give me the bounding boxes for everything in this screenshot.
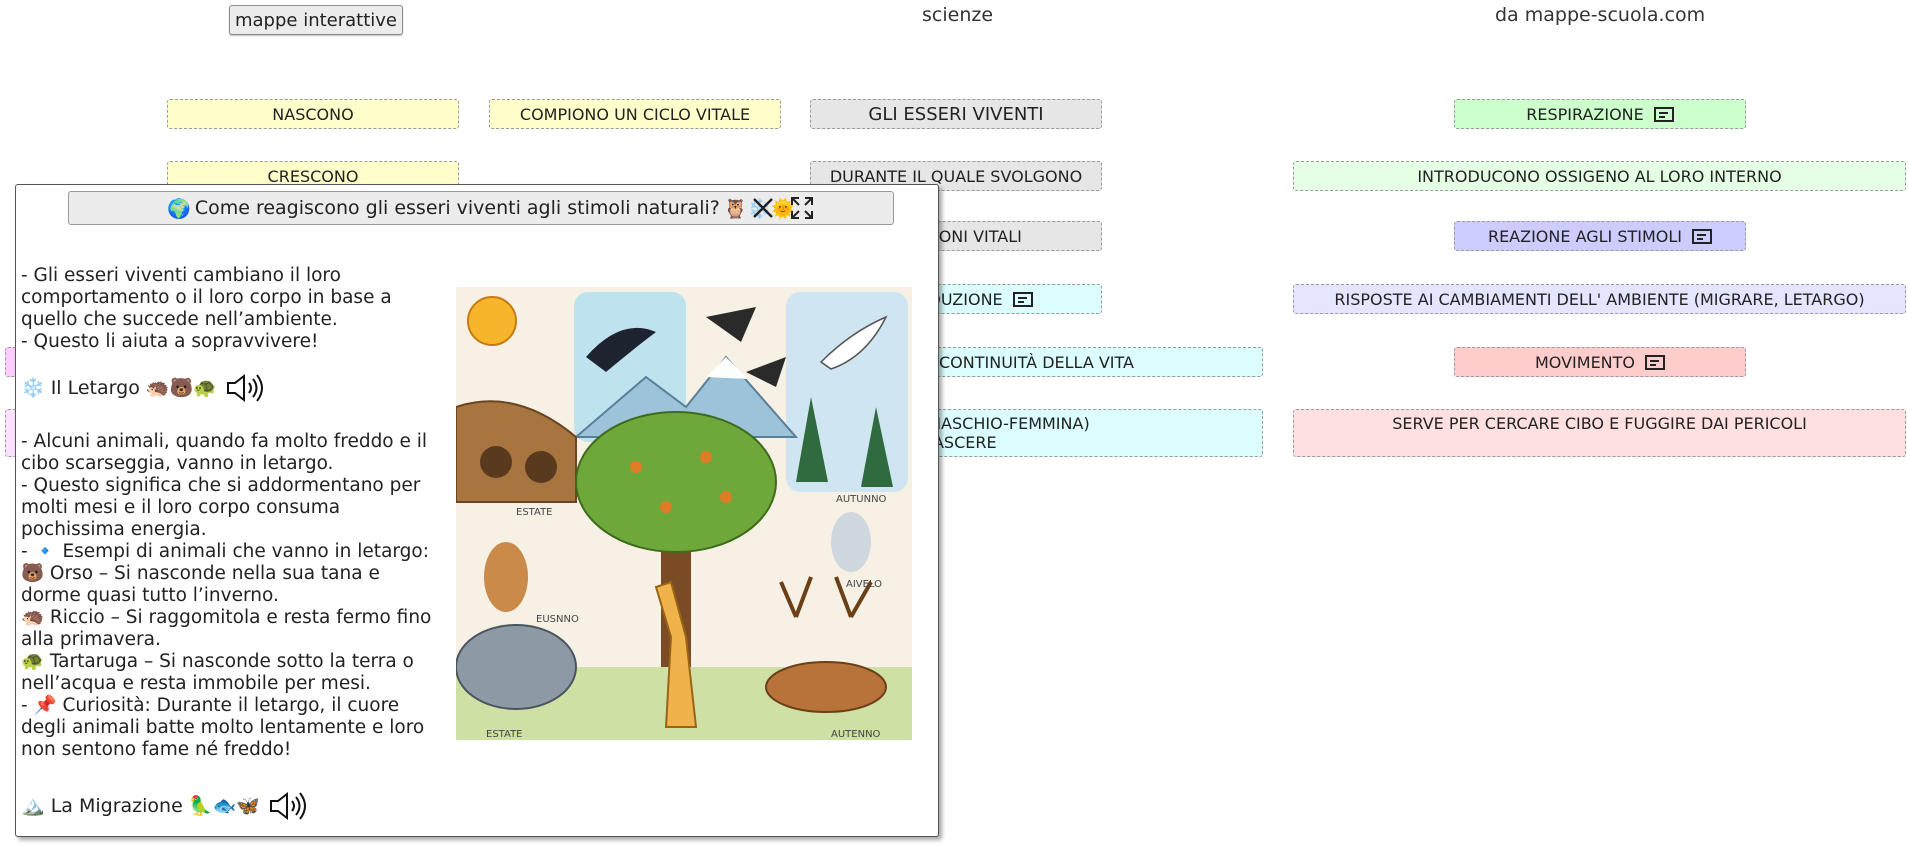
seal-icon (831, 512, 871, 572)
node-label: GLI ESSERI VIVENTI (868, 103, 1044, 125)
letargo-line: - Alcuni animali, quando fa molto freddo… (21, 431, 428, 474)
speaker-icon[interactable] (268, 791, 310, 821)
deer-small-icon (484, 542, 528, 612)
popup-title: Come reagiscono gli esseri viventi agli … (194, 197, 720, 219)
seasons-animals-illustration: ESTATE AUTUNNO EUSNNO AIVELO ESTATE AUTE… (456, 287, 912, 740)
node-label: MOVIMENTO (1534, 352, 1636, 372)
node-nascono[interactable]: NASCONO (167, 99, 459, 129)
image-label: EUSNNO (536, 614, 579, 625)
note-icon[interactable] (1012, 291, 1033, 307)
sun-icon (467, 296, 517, 346)
node-label: RESPIRAZIONE (1526, 104, 1644, 124)
source-label: da mappe-scuola.com (1495, 4, 1706, 26)
elephant-icon (456, 624, 577, 710)
popup-body: - Gli esseri viventi cambiano il loro co… (21, 265, 441, 836)
image-label: ESTATE (516, 507, 553, 518)
image-label: AUTUNNO (836, 494, 887, 505)
node-label: INTRODUCONO OSSIGENO AL LORO INTERNO (1417, 166, 1782, 186)
image-label: AUTENNO (831, 729, 881, 740)
letargo-title: ❄️ Il Letargo 🦔🐻🐢 (21, 377, 217, 399)
image-label: ESTATE (486, 729, 523, 740)
globe-emoji: 🌍 (167, 197, 191, 220)
node-label: DURANTE IL QUALE SVOLGONO (829, 166, 1083, 186)
node-cibo[interactable]: SERVE PER CERCARE CIBO E FUGGIRE DAI PER… (1293, 409, 1906, 457)
letargo-line: - Questo significa che si addormentano p… (21, 475, 421, 540)
letargo-line: - 📌 Curiosità: Durante il letargo, il cu… (21, 695, 425, 760)
migrazione-title: 🏔️ La Migrazione 🦜🐟🦋 (21, 795, 260, 817)
popup-title-bar: 🌍 Come reagiscono gli esseri viventi agl… (68, 191, 894, 225)
close-icon[interactable] (750, 195, 776, 221)
node-esseri-viventi[interactable]: GLI ESSERI VIVENTI (810, 99, 1102, 129)
migrazione-heading: 🏔️ La Migrazione 🦜🐟🦋 (21, 791, 441, 821)
note-icon[interactable] (1692, 228, 1713, 244)
node-ciclo-vitale[interactable]: COMPIONO UN CICLO VITALE (489, 99, 781, 129)
node-label: CONTINUITÀ DELLA VITA (939, 352, 1134, 372)
letargo-line: - 🔹 Esempi di animali che vanno in letar… (21, 541, 429, 562)
node-label: REAZIONE AGLI STIMOLI (1487, 226, 1683, 246)
note-icon[interactable] (1653, 106, 1674, 122)
node-label: COMPIONO UN CICLO VITALE (519, 104, 751, 124)
node-label: NASCONO (272, 104, 354, 124)
node-label: CRESCONO (267, 166, 359, 186)
node-respirazione[interactable]: RESPIRAZIONE (1454, 99, 1746, 129)
intro-text: - Questo li aiuta a sopravvivere! (21, 331, 319, 352)
letargo-line: 🦔 Riccio – Si raggomitola e resta fermo … (21, 607, 432, 650)
image-label: AIVELO (846, 579, 882, 590)
node-reazione-stimoli[interactable]: REAZIONE AGLI STIMOLI (1454, 221, 1746, 251)
mappe-interattive-button[interactable]: mappe interattive (229, 5, 403, 35)
speaker-icon[interactable] (225, 373, 267, 403)
fullscreen-icon[interactable] (789, 195, 815, 221)
node-label: SERVE PER CERCARE CIBO E FUGGIRE DAI PER… (1392, 414, 1807, 433)
letargo-heading: ❄️ Il Letargo 🦔🐻🐢 (21, 373, 441, 403)
node-movimento[interactable]: MOVIMENTO (1454, 347, 1746, 377)
letargo-line: 🐻 Orso – Si nasconde nella sua tana e do… (21, 563, 380, 606)
note-icon[interactable] (1645, 354, 1666, 370)
intro-text: - Gli esseri viventi cambiano il loro co… (21, 265, 392, 330)
letargo-line: 🐢 Tartaruga – Si nasconde sotto la terra… (21, 651, 414, 694)
node-label: RISPOSTE AI CAMBIAMENTI DELL' AMBIENTE (… (1334, 289, 1865, 309)
info-popup: 🌍 Come reagiscono gli esseri viventi agl… (15, 184, 939, 837)
deer-icon (765, 661, 887, 713)
node-risposte[interactable]: RISPOSTE AI CAMBIAMENTI DELL' AMBIENTE (… (1293, 284, 1906, 314)
node-ossigeno[interactable]: INTRODUCONO OSSIGENO AL LORO INTERNO (1293, 161, 1906, 191)
subject-label: scienze (922, 4, 994, 26)
